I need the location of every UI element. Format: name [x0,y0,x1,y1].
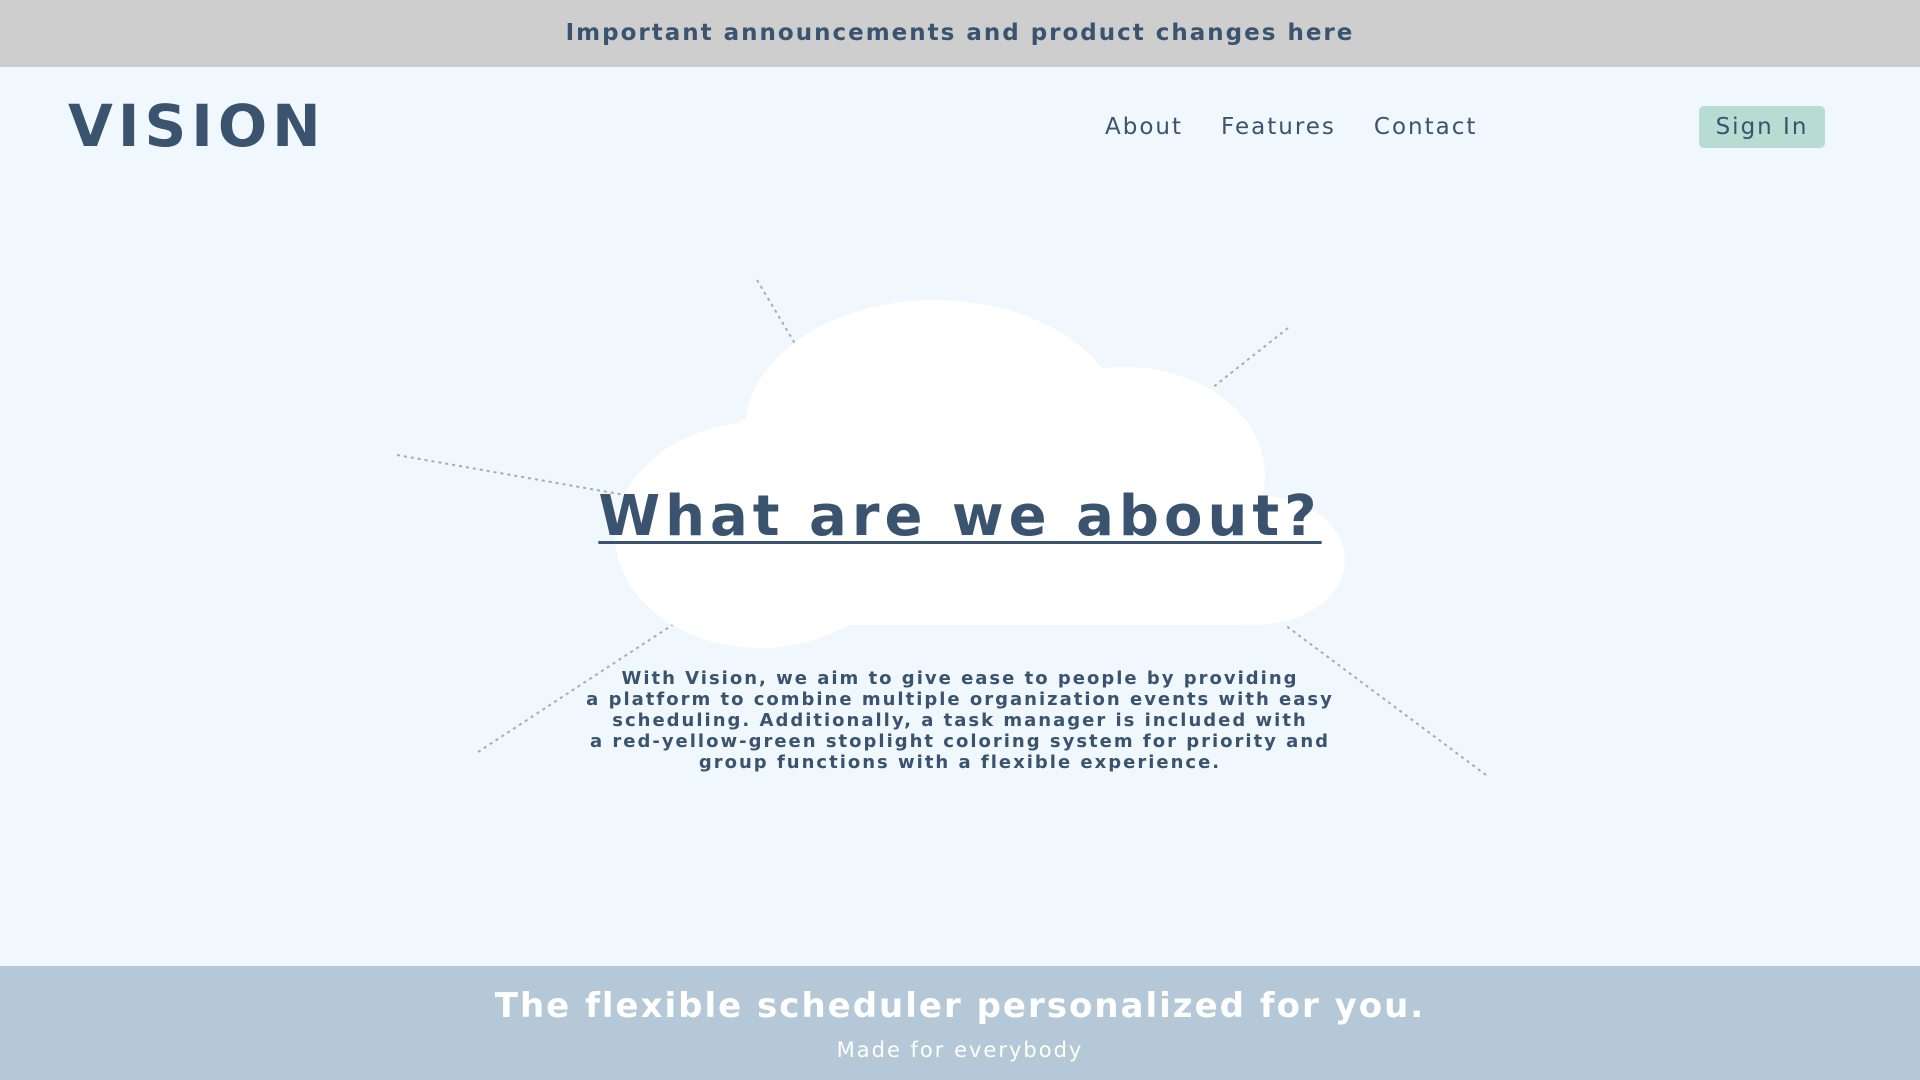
cloud-shape [615,300,1345,648]
sign-in-button[interactable]: Sign In [1699,106,1825,148]
nav-link-contact[interactable]: Contact [1374,114,1477,140]
announcement-bar: Important announcements and product chan… [0,0,1920,67]
logo[interactable]: VISION [68,92,326,160]
hero-title-text: What are we about? [598,484,1322,549]
announcement-text: Important announcements and product chan… [565,20,1355,46]
nav-link-about[interactable]: About [1105,114,1183,140]
footer-tagline: The flexible scheduler personalized for … [494,986,1426,1026]
footer-subtitle: Made for everybody [836,1038,1084,1062]
ray-line [1211,327,1289,389]
footer-banner: The flexible scheduler personalized for … [0,966,1920,1080]
ray-line [756,279,801,353]
hero-description: With Vision, we aim to give ease to peop… [586,668,1334,773]
main-nav: About Features Contact [1105,114,1477,140]
hero-title: What are we about? [0,484,1920,549]
nav-link-features[interactable]: Features [1221,114,1336,140]
page: Important announcements and product chan… [0,0,1920,1080]
